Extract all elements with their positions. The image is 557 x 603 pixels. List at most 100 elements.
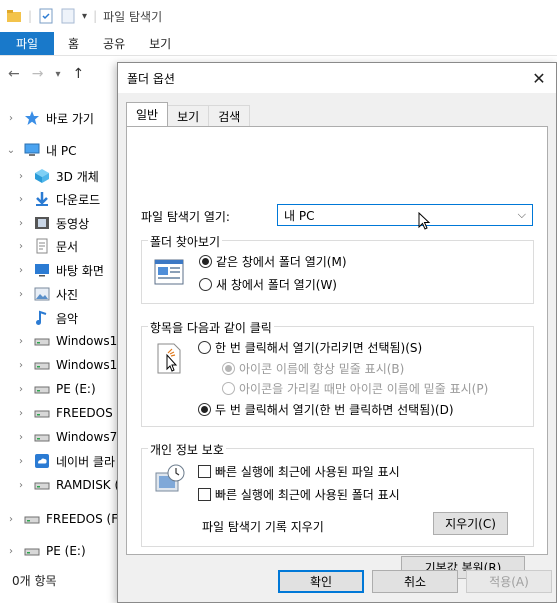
radio-single-click[interactable]: 한 번 클릭해서 열기(가리키면 선택됨)(S) — [198, 339, 422, 356]
nav-item[interactable]: ⌄ 내 PC — [6, 138, 76, 162]
nav-item[interactable]: › 동영상 — [16, 211, 89, 235]
nav-item[interactable]: › Windows10 — [16, 353, 125, 377]
open-explorer-dropdown[interactable]: 내 PC ⌵ — [277, 204, 533, 230]
back-arrow-icon[interactable]: ← — [8, 66, 20, 82]
browse-folders-group: 폴더 찾아보기 같은 창에서 폴더 열기(M) 새 창에서 폴더 열기(W) — [141, 233, 534, 304]
chevron-right-icon[interactable]: › — [16, 408, 26, 419]
tab-search[interactable]: 검색 — [208, 105, 251, 126]
chevron-right-icon[interactable]: › — [16, 241, 26, 252]
nav-item-label: 다운로드 — [56, 192, 101, 207]
radio-button[interactable] — [222, 362, 235, 375]
radio-underline-always[interactable]: 아이콘 이름에 항상 밑줄 표시(B) — [222, 360, 404, 377]
nav-item-label: FREEDOS (F:) — [46, 512, 126, 526]
ribbon-tab-share[interactable]: 공유 — [91, 32, 137, 55]
checkbox[interactable] — [198, 465, 211, 478]
privacy-icon — [155, 464, 185, 492]
folder-options-dialog: 폴더 옵션 ✕ 일반 보기 검색 파일 탐색기 열기: 내 PC ⌵ 폴더 찾아… — [117, 62, 557, 603]
ribbon-tab-home[interactable]: 홈 — [54, 32, 91, 55]
dialog-title: 폴더 옵션 — [127, 71, 175, 86]
chevron-right-icon[interactable]: › — [6, 546, 16, 557]
ribbon-tab-view[interactable]: 보기 — [137, 32, 183, 55]
chevron-right-icon[interactable]: › — [16, 171, 26, 182]
nav-item-label: 문서 — [56, 239, 79, 254]
nav-item[interactable]: › 바로 가기 — [6, 106, 94, 130]
up-arrow-icon[interactable]: ↑ — [73, 66, 85, 82]
chevron-down-icon[interactable]: ⌄ — [6, 145, 16, 156]
apply-button[interactable]: 적용(A) — [466, 570, 552, 593]
customize-toolbar-icon[interactable]: ▾ — [82, 11, 87, 22]
dialog-titlebar[interactable]: 폴더 옵션 — [118, 63, 556, 93]
nav-item[interactable]: › 사진 — [16, 282, 78, 306]
recent-locations-icon[interactable]: ▾ — [55, 69, 60, 80]
tab-general[interactable]: 일반 — [126, 102, 169, 126]
browse-folders-legend: 폴더 찾아보기 — [148, 233, 223, 250]
nav-item[interactable]: › 3D 개체 — [16, 164, 99, 188]
nav-item[interactable]: › Windows7 ( — [16, 425, 126, 449]
nav-item[interactable]: › FREEDOS (F — [16, 401, 128, 425]
drive-icon — [24, 543, 40, 559]
forward-arrow-icon[interactable]: → — [32, 66, 44, 82]
nav-item[interactable]: › 다운로드 — [16, 187, 100, 211]
radio-button[interactable] — [222, 382, 235, 395]
nav-item[interactable]: › FREEDOS (F:) — [6, 507, 126, 531]
checkbox-frequent-folders[interactable]: 빠른 실행에 최근에 사용된 폴더 표시 — [198, 486, 400, 503]
ok-button[interactable]: 확인 — [278, 570, 364, 593]
radio-double-click-label: 두 번 클릭해서 열기(한 번 클릭하면 선택됨)(D) — [215, 403, 454, 417]
chevron-right-icon[interactable]: › — [6, 113, 16, 124]
cancel-button[interactable]: 취소 — [372, 570, 458, 593]
nav-item[interactable]: › RAMDISK (Z — [16, 473, 127, 497]
ribbon-tabs: 파일 홈 공유 보기 — [0, 32, 557, 56]
close-icon[interactable]: ✕ — [522, 63, 556, 93]
nav-item[interactable]: › Windows10 — [16, 329, 125, 353]
radio-single-click-label: 한 번 클릭해서 열기(가리키면 선택됨)(S) — [215, 341, 423, 355]
nav-item-label: PE (E:) — [56, 382, 96, 396]
chevron-right-icon[interactable]: › — [16, 384, 26, 395]
radio-underline-always-label: 아이콘 이름에 항상 밑줄 표시(B) — [239, 362, 405, 376]
new-folder-icon[interactable] — [60, 8, 76, 24]
radio-button[interactable] — [198, 403, 211, 416]
radio-button[interactable] — [198, 341, 211, 354]
nav-item-label: 바로 가기 — [46, 111, 94, 126]
chevron-right-icon[interactable]: › — [16, 432, 26, 443]
drive-icon — [34, 333, 50, 349]
radio-new-window[interactable]: 새 창에서 폴더 열기(W) — [199, 276, 337, 293]
radio-same-window[interactable]: 같은 창에서 폴더 열기(M) — [199, 253, 347, 270]
nav-item-label: 네이버 클라 — [56, 454, 116, 469]
nav-item-label: 3D 개체 — [56, 169, 99, 184]
chevron-right-icon[interactable]: › — [16, 289, 26, 300]
cloud-icon — [34, 453, 50, 469]
nav-item[interactable]: › 네이버 클라 — [16, 449, 115, 473]
clear-history-button[interactable]: 지우기(C) — [433, 512, 508, 535]
chevron-right-icon[interactable]: › — [16, 218, 26, 229]
nav-item[interactable]: › PE (E:) — [16, 377, 96, 401]
radio-underline-hover[interactable]: 아이콘을 가리킬 때만 아이콘 이름에 밑줄 표시(P) — [222, 380, 488, 397]
folder-icon — [6, 8, 22, 24]
tab-view[interactable]: 보기 — [167, 105, 210, 126]
checkbox-recent-files[interactable]: 빠른 실행에 최근에 사용된 파일 표시 — [198, 463, 400, 480]
radio-new-window-label: 새 창에서 폴더 열기(W) — [216, 278, 337, 292]
navigation-pane: › 바로 가기 ⌄ 내 PC › 3D 개체 › 다운로드 › 동영상 › 문서 › 바탕 화면 › 사진 음악… — [0, 102, 128, 572]
computer-icon — [24, 142, 40, 158]
ribbon-tab-file[interactable]: 파일 — [0, 32, 54, 55]
3d-objects-icon — [34, 168, 50, 184]
chevron-right-icon[interactable]: › — [16, 456, 26, 467]
privacy-group: 개인 정보 보호 빠른 실행에 최근에 사용된 파일 표시 빠른 실행에 최근에… — [141, 441, 534, 547]
chevron-right-icon[interactable]: › — [16, 360, 26, 371]
nav-item[interactable]: 음악 — [16, 306, 78, 330]
nav-item[interactable]: › 바탕 화면 — [16, 258, 104, 282]
clear-history-label: 파일 탐색기 기록 지우기 — [202, 520, 324, 534]
chevron-right-icon[interactable]: › — [16, 336, 26, 347]
chevron-right-icon[interactable]: › — [16, 480, 26, 491]
radio-button[interactable] — [199, 255, 212, 268]
properties-icon[interactable] — [38, 8, 54, 24]
radio-double-click[interactable]: 두 번 클릭해서 열기(한 번 클릭하면 선택됨)(D) — [198, 401, 454, 418]
radio-button[interactable] — [199, 278, 212, 291]
nav-item[interactable]: › PE (E:) — [6, 539, 86, 563]
chevron-down-icon: ⌵ — [517, 208, 526, 221]
nav-item[interactable]: › 문서 — [16, 234, 78, 258]
nav-item-label: 사진 — [56, 287, 79, 302]
chevron-right-icon[interactable]: › — [16, 194, 26, 205]
chevron-right-icon[interactable]: › — [6, 514, 16, 525]
checkbox[interactable] — [198, 488, 211, 501]
chevron-right-icon[interactable]: › — [16, 265, 26, 276]
